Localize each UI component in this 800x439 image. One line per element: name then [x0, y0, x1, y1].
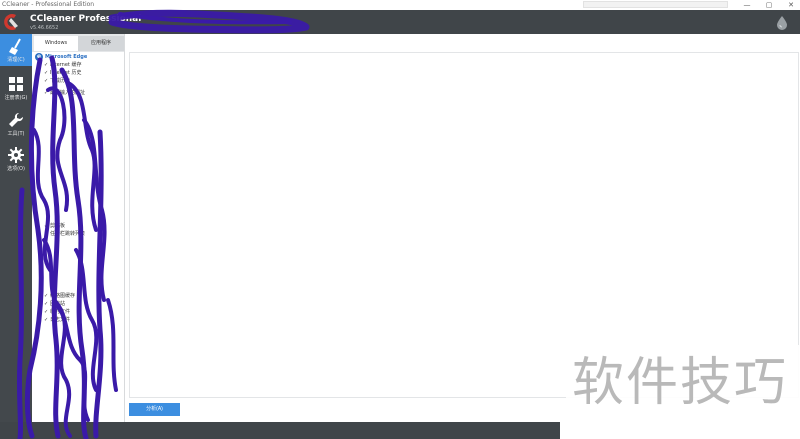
nav-item-registry[interactable]: 注册表(G): [0, 72, 32, 104]
ccleaner-logo-icon: [4, 13, 18, 30]
nav-label-registry: 注册表(G): [4, 95, 28, 101]
window-title: CCleaner - Professional Edition: [2, 1, 95, 8]
nav-label-cleaner: 清理(C): [7, 57, 25, 63]
list-item[interactable]: ✓ 最近输入的网址: [44, 89, 85, 97]
list-item[interactable]: ✓ 临时文件: [44, 308, 70, 316]
list-item[interactable]: ✓ Internet 历史: [44, 69, 81, 77]
bottom-status-bar: [0, 422, 560, 439]
nav-item-cleaner[interactable]: 清理(C): [0, 34, 32, 66]
app-header: CCleaner Professional v5.46.6652: [0, 10, 800, 34]
list-item[interactable]: ✓ 缩略图缓存: [44, 292, 75, 300]
tab-windows[interactable]: Windows: [34, 36, 78, 51]
tab-applications[interactable]: 应用程序: [78, 36, 124, 51]
list-item[interactable]: ✓ 剪贴板: [44, 222, 65, 230]
close-icon[interactable]: ✕: [784, 0, 798, 10]
watermark-text: 软件技巧: [572, 353, 789, 413]
nav-label-options: 选项(O): [7, 166, 25, 172]
broom-icon: [9, 38, 21, 55]
edge-icon: e: [35, 52, 43, 61]
analyze-button[interactable]: 分析(A): [129, 403, 180, 416]
app-name: CCleaner Professional: [30, 14, 142, 24]
wrench-icon: [9, 112, 24, 127]
list-item[interactable]: ✓ 回收站: [44, 300, 65, 308]
registry-grid-icon: [9, 77, 23, 91]
gear-icon: [8, 147, 24, 163]
droplet-icon[interactable]: [774, 15, 790, 31]
titlebar-search-box[interactable]: [583, 1, 728, 8]
maximize-icon[interactable]: ▢: [762, 0, 776, 10]
nav-item-options[interactable]: 选项(O): [0, 143, 32, 175]
list-item[interactable]: ✓ 任务栏跳转列表: [44, 230, 85, 238]
main-sidebar: 清理(C) 注册表(G) 工具(T) 选项(O): [0, 34, 32, 439]
nav-label-tools: 工具(T): [7, 131, 25, 137]
app-version: v5.46.6652: [30, 25, 59, 31]
list-item[interactable]: ✓ 日志文件: [44, 316, 70, 324]
list-item[interactable]: ✓ Internet 缓存: [44, 61, 81, 69]
nav-item-tools[interactable]: 工具(T): [0, 108, 32, 140]
tree-section-title: Microsoft Edge: [45, 54, 88, 60]
watermark-panel: 软件技巧: [566, 345, 800, 439]
cleaner-item-list: e Microsoft Edge ✓ Internet 缓存 ✓ Internet 历…: [32, 52, 124, 436]
window-titlebar: CCleaner - Professional Edition — ▢ ✕: [0, 0, 800, 10]
minimize-icon[interactable]: —: [740, 0, 754, 10]
list-item[interactable]: ✓ 下载历史: [44, 77, 70, 85]
cleaner-tree-panel: Windows 应用程序 e Microsoft Edge ✓ Internet 缓…: [32, 34, 124, 439]
